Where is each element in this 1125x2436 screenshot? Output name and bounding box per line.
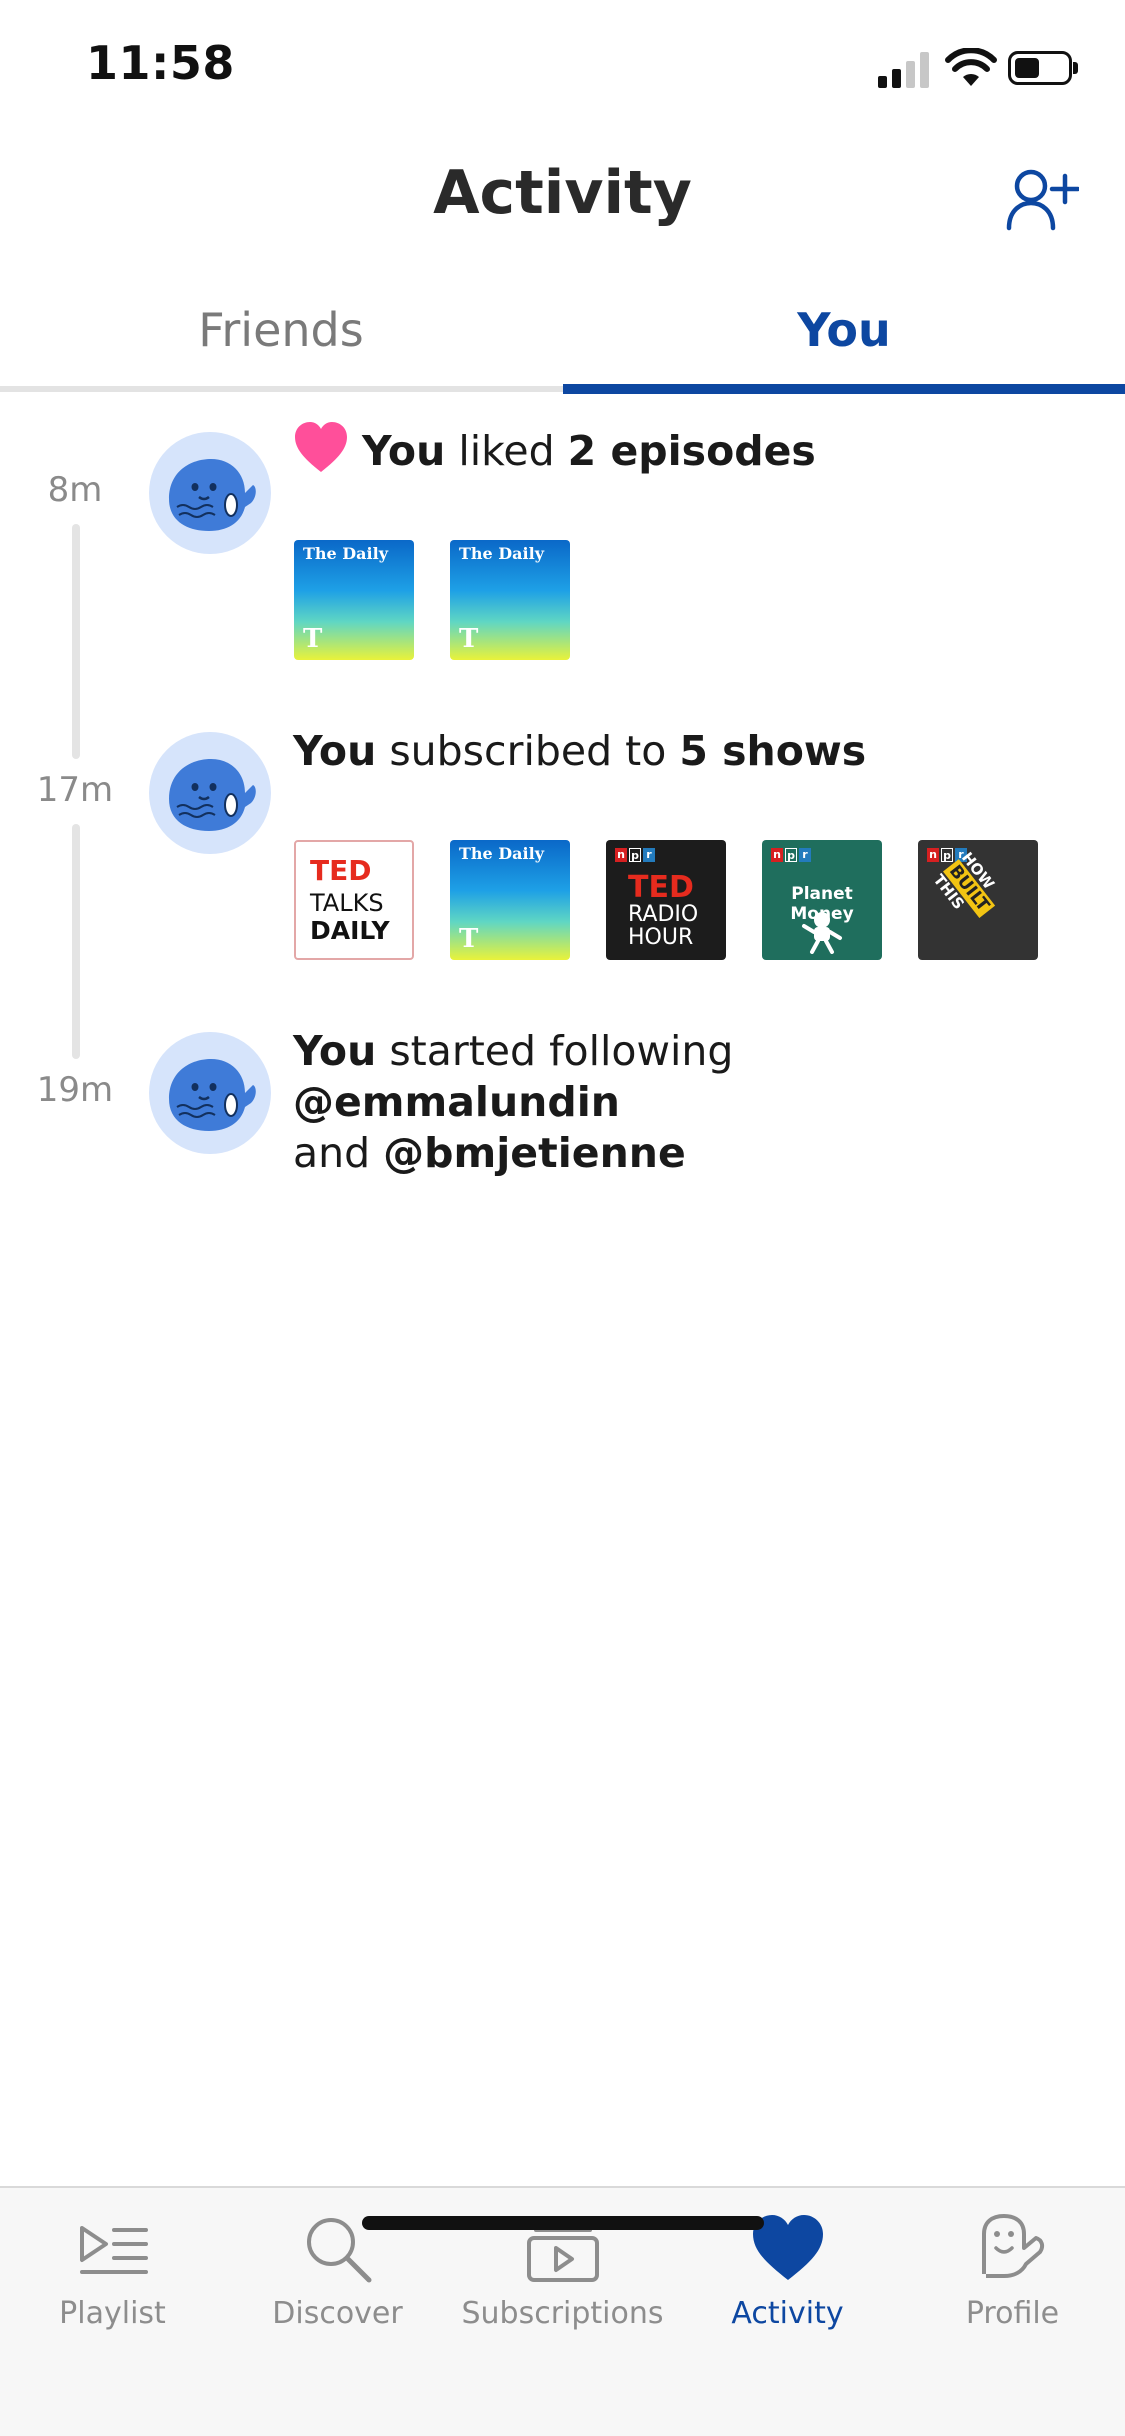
avatar[interactable] — [149, 1032, 271, 1154]
tab-active-indicator — [563, 384, 1125, 394]
conjunction: and — [293, 1129, 384, 1177]
add-friend-icon[interactable] — [1005, 166, 1079, 232]
home-indicator[interactable] — [362, 2216, 764, 2230]
episode-thumbnail-the-daily[interactable]: The Daily T — [294, 540, 414, 660]
tab-friends[interactable]: Friends — [0, 290, 562, 386]
battery-icon — [1008, 51, 1072, 85]
user-handle-link[interactable]: @emmalundin — [293, 1078, 620, 1126]
playlist-icon — [80, 2226, 148, 2274]
avatar[interactable] — [149, 732, 271, 854]
activity-text: You started following @emmalundin and @bm… — [293, 1026, 1073, 1179]
entry-timestamp: 8m — [47, 470, 103, 510]
nav-subscriptions[interactable]: Subscriptions — [450, 2188, 675, 2338]
subject-you[interactable]: You — [362, 427, 445, 475]
entry-timestamp: 17m — [36, 770, 114, 810]
show-thumbnail-how-i-built-this[interactable]: npr HOW BUILT THIS — [918, 840, 1038, 960]
thumb-line: DAILY — [310, 916, 390, 945]
activity-verb: liked — [445, 427, 568, 475]
activity-object[interactable]: 5 shows — [679, 727, 866, 775]
timeline-connector — [72, 524, 80, 759]
wifi-icon — [945, 48, 997, 86]
nav-label: Playlist — [59, 2296, 166, 2331]
show-title: The Daily — [459, 544, 544, 563]
nyt-logo: T — [459, 624, 479, 654]
show-title: The Daily — [303, 544, 388, 563]
activity-verb: started following — [376, 1027, 734, 1075]
page-title: Activity — [433, 158, 692, 228]
show-thumbnail-the-daily[interactable]: The Daily T — [450, 840, 570, 960]
activity-object[interactable]: 2 episodes — [568, 427, 816, 475]
whale-avatar-icon — [169, 1059, 256, 1131]
status-time: 11:58 — [86, 36, 235, 90]
thumb-line: TALKS — [310, 889, 384, 917]
activity-text: You subscribed to 5 shows — [293, 726, 1073, 777]
show-thumbnail-planet-money[interactable]: npr Planet Money — [762, 840, 882, 960]
subject-you[interactable]: You — [293, 727, 376, 775]
thumb-line: TED — [310, 854, 372, 887]
activity-verb: subscribed to — [376, 727, 680, 775]
nav-discover[interactable]: Discover — [225, 2188, 450, 2338]
show-thumbnail-ted-talks-daily[interactable]: TED TALKS DAILY — [294, 840, 414, 960]
nav-label: Activity — [731, 2296, 844, 2331]
nav-label: Discover — [272, 2296, 403, 2331]
activity-text: You liked 2 episodes — [362, 426, 1125, 477]
battery-tip — [1073, 62, 1078, 74]
nav-profile[interactable]: Profile — [900, 2188, 1125, 2338]
subject-you[interactable]: You — [293, 1027, 376, 1075]
user-handle-link[interactable]: @bmjetienne — [383, 1129, 686, 1177]
tab-bar: Friends You — [0, 290, 1125, 396]
episode-thumbnail-the-daily[interactable]: The Daily T — [450, 540, 570, 660]
nyt-logo: T — [459, 924, 479, 954]
heart-icon — [295, 422, 347, 472]
nav-label: Profile — [965, 2296, 1060, 2331]
whale-profile-icon — [982, 2214, 1045, 2278]
entry-timestamp: 19m — [36, 1070, 114, 1110]
show-thumbnail-ted-radio-hour[interactable]: npr TED RADIO HOUR — [606, 840, 726, 960]
thumb-line: RADIO — [628, 902, 699, 927]
nyt-logo: T — [303, 624, 323, 654]
nav-label: Subscriptions — [461, 2296, 664, 2331]
cellular-signal-icon — [878, 50, 934, 88]
nav-playlist[interactable]: Playlist — [0, 2188, 225, 2338]
timeline-connector — [72, 824, 80, 1059]
thumb-line: HOUR — [628, 925, 694, 950]
nav-activity[interactable]: Activity — [675, 2188, 900, 2338]
whale-avatar-icon — [169, 459, 256, 531]
npr-logo: npr — [615, 848, 655, 862]
npr-logo: npr — [771, 848, 811, 862]
show-logo-text: HOW BUILT THIS — [930, 849, 1025, 950]
avatar[interactable] — [149, 432, 271, 554]
show-title: The Daily — [459, 844, 544, 863]
thumb-line: TED — [628, 870, 694, 905]
tab-you[interactable]: You — [563, 290, 1125, 386]
whale-avatar-icon — [169, 759, 256, 831]
status-bar: 11:58 — [0, 0, 1125, 135]
astronaut-illustration — [802, 912, 842, 954]
